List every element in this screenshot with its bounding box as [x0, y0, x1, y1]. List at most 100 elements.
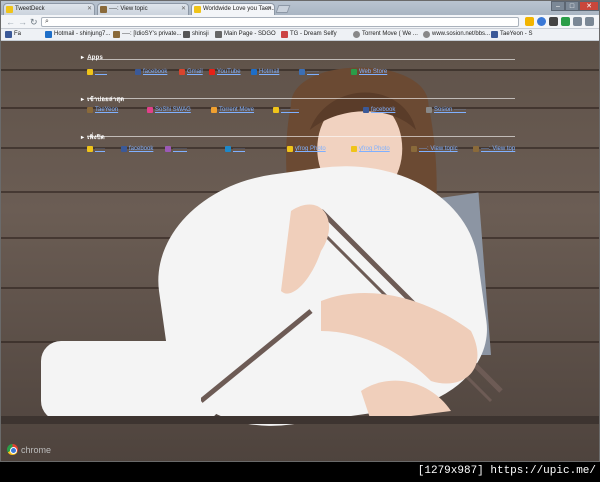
bookmark-item[interactable]: TG - Dream Selfy [281, 31, 337, 38]
chrome-icon [7, 444, 18, 455]
forum-icon [100, 6, 107, 13]
page-menu-icon[interactable] [573, 17, 582, 26]
site-icon [299, 69, 305, 75]
forward-button[interactable]: → [18, 17, 27, 27]
speed-dial-link[interactable]: ······ [225, 146, 245, 152]
speed-dial-link[interactable]: ········· [273, 107, 299, 113]
bookmark-item[interactable]: www.sosion.net/bbs... [423, 31, 490, 38]
site-icon [473, 146, 479, 152]
speed-dial-link[interactable]: yfrog Photo [287, 146, 326, 152]
page-icon [194, 6, 201, 13]
speed-dial-link[interactable]: yfrog Photo [351, 146, 390, 152]
site-icon [363, 107, 369, 113]
speed-dial-link[interactable]: facebook [363, 107, 395, 113]
tab-label: Worldwide Love you Taen.. [203, 6, 275, 12]
site-icon [287, 146, 293, 152]
speed-dial-link[interactable]: Hotmail [251, 69, 279, 75]
bookmark-item[interactable]: shinsji [183, 31, 209, 38]
bookmark-item[interactable]: Main Page - SDGO [215, 31, 276, 38]
site-icon [426, 107, 432, 113]
tab-label: ----: View topic [109, 6, 148, 12]
tab-tweetdeck[interactable]: TweetDeck ✕ [3, 3, 95, 15]
wallpaper-shelf [1, 416, 599, 424]
site-icon [87, 146, 93, 152]
site-icon [121, 146, 127, 152]
tweetdeck-icon [6, 6, 13, 13]
section-title: เข้าบ่อยล่าสุด [81, 94, 124, 104]
speed-dial-link[interactable]: SoShi SWAG [147, 107, 191, 113]
avatar[interactable] [549, 17, 558, 26]
forum-icon [113, 31, 120, 38]
section-divider [87, 59, 515, 60]
site-icon [135, 69, 141, 75]
site-icon [351, 69, 357, 75]
speed-dial-link[interactable]: ····· [87, 146, 105, 152]
site-icon [87, 69, 93, 75]
wrench-icon[interactable] [585, 17, 594, 26]
close-icon[interactable]: ✕ [267, 5, 272, 12]
speed-dial-link[interactable]: facebook [135, 69, 167, 75]
speed-dial-link[interactable]: ······· [165, 146, 187, 152]
bookmark-item[interactable]: Fa [5, 31, 21, 38]
site-icon [351, 146, 357, 152]
page-icon [281, 31, 288, 38]
speed-dial-link[interactable]: ----: View top [473, 146, 515, 152]
browser-window: TweetDeck ✕ ----: View topic ✕ Worldwide… [0, 0, 600, 462]
new-tab-button[interactable] [275, 5, 291, 13]
window-controls: – □ ✕ [551, 1, 599, 12]
globe-icon [353, 31, 360, 38]
site-icon [211, 107, 217, 113]
page-icon [183, 31, 190, 38]
toolbar: ← → ↻ ⌕ [1, 15, 599, 29]
site-icon [209, 69, 215, 75]
section-divider [87, 136, 515, 137]
extension-icon[interactable] [561, 17, 570, 26]
hotmail-icon [45, 31, 52, 38]
bookmarks-bar: Fa Hotmail - shinjung7... ----: [IdioSY'… [1, 29, 599, 41]
reload-button[interactable]: ↻ [30, 17, 38, 27]
tab-label: TweetDeck [15, 6, 45, 12]
back-button[interactable]: ← [6, 17, 15, 27]
section-title: เพิ่งปิด [81, 132, 105, 142]
site-icon [87, 107, 93, 113]
new-tab-page: Apps ······facebookGmailYouTubeHotmail··… [1, 41, 599, 461]
bookmark-item[interactable]: ----: [IdioSY's private... [113, 31, 182, 38]
image-watermark: [1279x987] https://upic.me/ [417, 465, 596, 477]
facebook-icon [5, 31, 12, 38]
speed-dial-link[interactable]: Gmail [179, 69, 203, 75]
address-bar[interactable]: ⌕ [41, 17, 519, 27]
brand-label: chrome [21, 444, 52, 455]
close-icon[interactable]: ✕ [87, 5, 92, 12]
close-icon[interactable]: ✕ [181, 5, 186, 12]
site-icon [273, 107, 279, 113]
site-icon [411, 146, 417, 152]
speed-dial-link[interactable]: facebook [121, 146, 153, 152]
speed-dial-link[interactable]: YouTube [209, 69, 241, 75]
speed-dial-link[interactable]: TaeYeon [87, 107, 118, 113]
facebook-icon [491, 31, 498, 38]
globe-icon[interactable] [537, 17, 546, 26]
sdgo-icon [215, 31, 222, 38]
bookmark-item[interactable]: Hotmail - shinjung7... [45, 31, 110, 38]
close-window-button[interactable]: ✕ [579, 1, 599, 11]
speed-dial-link[interactable]: Torrent Move [211, 107, 254, 113]
tab-worldwide[interactable]: Worldwide Love you Taen.. ✕ [191, 3, 275, 15]
globe-icon [423, 31, 430, 38]
tab-strip: TweetDeck ✕ ----: View topic ✕ Worldwide… [1, 1, 599, 15]
speed-dial-link[interactable]: ······ [299, 69, 319, 75]
extension-icons [525, 17, 594, 26]
speed-dial-link[interactable]: ······ [87, 69, 107, 75]
maximize-button[interactable]: □ [565, 1, 579, 11]
tab-view-topic[interactable]: ----: View topic ✕ [97, 3, 189, 15]
bookmark-item[interactable]: Torrent Move ( We ... [353, 31, 418, 38]
speed-dial-link[interactable]: ----: View topic [411, 146, 458, 152]
speed-dial-link[interactable]: Sosion ······ [426, 107, 466, 113]
chrome-logo: chrome [7, 444, 51, 455]
site-icon [179, 69, 185, 75]
site-icon [225, 146, 231, 152]
minimize-button[interactable]: – [551, 1, 565, 11]
bookmark-item[interactable]: TaeYeon - S [491, 31, 532, 38]
star-icon[interactable] [525, 17, 534, 26]
speed-dial-link[interactable]: Web Store [351, 69, 387, 75]
site-icon [147, 107, 153, 113]
